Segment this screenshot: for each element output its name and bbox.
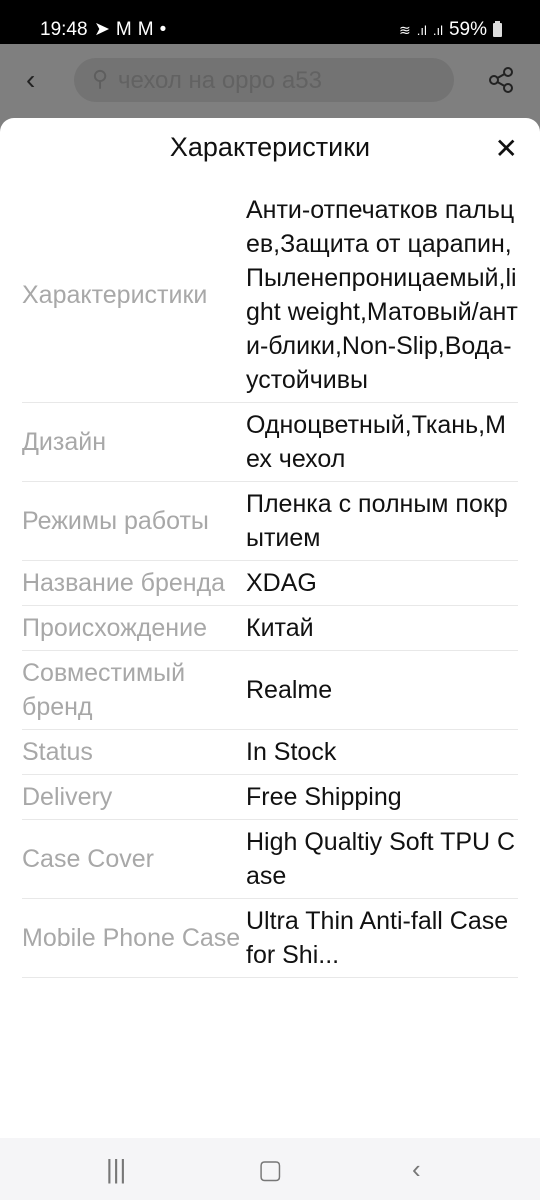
- signal-icon: .ıl: [416, 22, 427, 38]
- spec-value: Free Shipping: [246, 783, 402, 811]
- spec-value: Одноцветный,Ткань,Мех чехол: [246, 411, 506, 473]
- spec-row: Case Cover High Qualtiy Soft TPU Case: [22, 820, 518, 899]
- spec-key: Delivery: [22, 783, 113, 811]
- spec-value: Ultra Thin Anti-fall Case for Shi...: [246, 907, 509, 969]
- spec-row: Status In Stock: [22, 730, 518, 775]
- sheet-title: Характеристики: [169, 132, 371, 162]
- search-input[interactable]: ⚲ чехол на oppo a53: [74, 58, 454, 102]
- search-icon: ⚲: [92, 66, 109, 91]
- spec-value: Анти-отпечатков пальцев,Защита от царапи…: [246, 196, 518, 394]
- telegram-icon: ➤: [94, 19, 110, 40]
- spec-value: Realme: [246, 676, 333, 704]
- spec-key: Mobile Phone Case: [22, 924, 241, 952]
- clock: 19:48: [40, 19, 88, 40]
- battery-icon: [493, 21, 502, 37]
- recents-icon[interactable]: |||: [106, 1154, 126, 1185]
- system-nav-bar: ||| ▢ ‹: [0, 1138, 540, 1200]
- spec-value: High Qualtiy Soft TPU Case: [246, 828, 516, 890]
- specs-sheet: Характеристики ✕ Характеристики Анти-отпе…: [0, 118, 540, 1138]
- spec-row: Mobile Phone Case Ultra Thin Anti-fall Ca…: [22, 899, 518, 978]
- gmail-icon: M: [115, 18, 132, 40]
- gmail-icon: M: [137, 18, 154, 40]
- battery-percent: 59%: [448, 19, 487, 40]
- spec-key: Status: [22, 738, 93, 766]
- dot-icon: •: [159, 18, 167, 40]
- spec-row: Delivery Free Shipping: [22, 775, 518, 820]
- spec-key: Совместимый бренд: [22, 659, 186, 721]
- share-icon[interactable]: [487, 66, 515, 94]
- spec-key: Дизайн: [22, 428, 107, 456]
- spec-row: Характеристики Анти-отпечатков пальцев,За…: [22, 188, 518, 403]
- spec-key: Происхождение: [22, 614, 207, 642]
- spec-key: Название бренда: [22, 569, 226, 597]
- spec-row: Название бренда XDAG: [22, 561, 518, 606]
- back-icon[interactable]: ‹: [26, 64, 35, 96]
- search-text: чехол на oppo a53: [118, 67, 322, 94]
- home-icon[interactable]: ▢: [258, 1154, 283, 1185]
- specs-list: Характеристики Анти-отпечатков пальцев,За…: [22, 188, 518, 978]
- spec-value: XDAG: [246, 569, 317, 597]
- top-bar: ‹ ⚲ чехол на oppo a53: [0, 44, 540, 120]
- status-bar: 19:48 ➤ M M • ≋ .ıl .ıl 59%: [0, 0, 540, 44]
- close-icon[interactable]: ✕: [495, 132, 518, 165]
- spec-key: Характеристики: [22, 281, 208, 309]
- spec-row: Дизайн Одноцветный,Ткань,Мех чехол: [22, 403, 518, 482]
- spec-key: Режимы работы: [22, 507, 209, 535]
- spec-key: Case Cover: [22, 845, 154, 873]
- spec-value: Китай: [246, 614, 314, 642]
- back-nav-icon[interactable]: ‹: [412, 1154, 421, 1185]
- spec-value: In Stock: [246, 738, 337, 766]
- spec-row: Совместимый бренд Realme: [22, 651, 518, 730]
- spec-row: Режимы работы Пленка с полным покрытием: [22, 482, 518, 561]
- spec-row: Происхождение Китай: [22, 606, 518, 651]
- signal-icon: .ıl: [432, 22, 443, 38]
- spec-value: Пленка с полным покрытием: [246, 490, 508, 552]
- wifi-icon: ≋: [398, 21, 411, 38]
